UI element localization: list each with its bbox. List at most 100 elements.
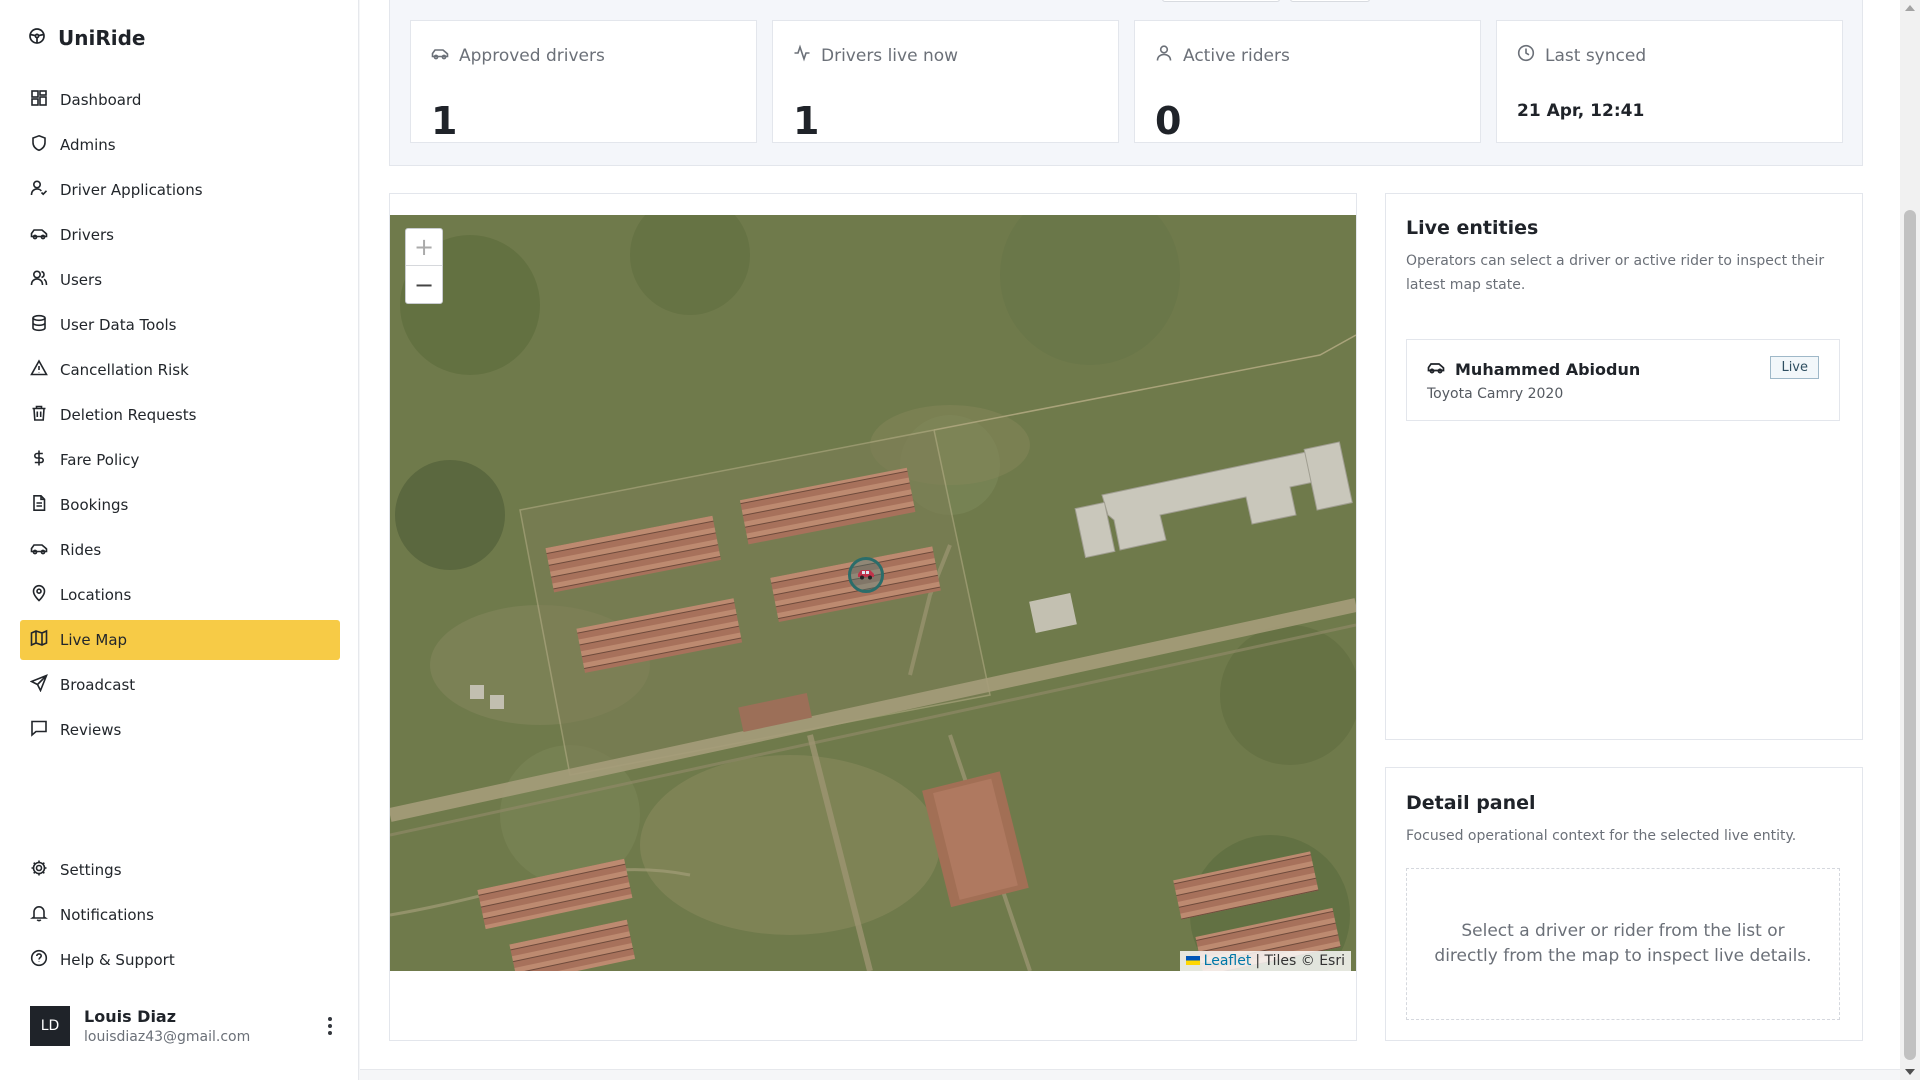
user-info: Louis Diaz louisdiaz43@gmail.com: [84, 1007, 250, 1045]
stat-card-active-riders: Active riders 0: [1134, 20, 1481, 143]
sidebar: UniRide Dashboard Admins Driver Applicat…: [0, 0, 359, 1080]
live-entities-title: Live entities: [1406, 217, 1539, 239]
sidebar-item-settings[interactable]: Settings: [20, 850, 340, 890]
sidebar-item-label: Admins: [60, 136, 116, 154]
user-name: Louis Diaz: [84, 1007, 177, 1026]
map-pin-icon: [30, 584, 48, 606]
avatar: LD: [30, 1006, 70, 1046]
car-icon: [1427, 358, 1445, 380]
main-content: Approved drivers 1 Drivers live now 1 Ac…: [360, 0, 1900, 1070]
shield-icon: [30, 134, 48, 156]
sidebar-bottom-nav: Settings Notifications Help & Support: [20, 850, 340, 985]
leaflet-link[interactable]: Leaflet: [1204, 953, 1252, 969]
user-profile[interactable]: LD Louis Diaz louisdiaz43@gmail.com: [30, 1006, 340, 1046]
toolbar-stubs: [1162, 0, 1370, 2]
detail-panel-description: Focused operational context for the sele…: [1406, 828, 1797, 844]
zoom-in-button[interactable]: +: [406, 229, 442, 266]
stat-label-text: Last synced: [1545, 45, 1647, 66]
sidebar-item-label: Broadcast: [60, 676, 136, 694]
sidebar-item-label: Fare Policy: [60, 451, 140, 469]
help-circle-icon: [30, 949, 48, 971]
sidebar-item-locations[interactable]: Locations: [20, 575, 340, 615]
sidebar-item-live-map[interactable]: Live Map: [20, 620, 340, 660]
detail-panel-title: Detail panel: [1406, 792, 1536, 814]
stat-value: 0: [1155, 99, 1182, 143]
stat-value: 21 Apr, 12:41: [1517, 101, 1645, 121]
car-icon: [30, 539, 48, 561]
sidebar-item-help-support[interactable]: Help & Support: [20, 940, 340, 980]
sidebar-item-label: Help & Support: [60, 951, 175, 969]
user-email: louisdiaz43@gmail.com: [84, 1029, 251, 1045]
send-icon: [29, 674, 48, 696]
sidebar-item-notifications[interactable]: Notifications: [20, 895, 340, 935]
sidebar-item-user-data-tools[interactable]: User Data Tools: [20, 305, 340, 345]
sidebar-item-fare-policy[interactable]: Fare Policy: [20, 440, 340, 480]
sidebar-item-label: Deletion Requests: [60, 406, 197, 424]
stat-label-text: Drivers live now: [821, 45, 959, 66]
sidebar-item-label: Rides: [60, 541, 102, 559]
sidebar-item-label: Driver Applications: [60, 181, 203, 199]
document-icon: [30, 494, 48, 516]
scroll-up-icon[interactable]: [1905, 5, 1915, 11]
brand-name: UniRide: [58, 26, 146, 50]
steering-wheel-icon: [28, 27, 46, 49]
user-icon: [1155, 44, 1173, 67]
zoom-controls: + −: [405, 228, 443, 304]
driver-map-marker[interactable]: [848, 557, 884, 593]
sidebar-item-cancellation-risk[interactable]: Cancellation Risk: [20, 350, 340, 390]
trash-icon: [30, 404, 48, 426]
map-attribution: Leaflet | Tiles © Esri: [1179, 951, 1351, 971]
tiles-attribution: | Tiles © Esri: [1255, 953, 1345, 969]
sidebar-item-driver-applications[interactable]: Driver Applications: [20, 170, 340, 210]
sidebar-item-broadcast[interactable]: Broadcast: [20, 665, 340, 705]
detail-panel: Detail panel Focused operational context…: [1385, 767, 1863, 1041]
zoom-out-button[interactable]: −: [406, 266, 442, 303]
sidebar-item-label: Reviews: [60, 721, 122, 739]
stat-label: Drivers live now: [793, 44, 958, 67]
detail-empty-state: Select a driver or rider from the list o…: [1406, 868, 1840, 1020]
stat-value: 1: [793, 99, 820, 143]
status-badge: Live: [1770, 356, 1819, 379]
bell-icon: [29, 904, 49, 926]
sidebar-item-label: Users: [60, 271, 103, 289]
stat-label-text: Approved drivers: [459, 45, 605, 66]
stat-label: Approved drivers: [431, 44, 605, 67]
stat-value: 1: [431, 99, 458, 143]
sidebar-item-dashboard[interactable]: Dashboard: [20, 80, 340, 120]
sidebar-item-reviews[interactable]: Reviews: [20, 710, 340, 750]
activity-icon: [793, 44, 811, 67]
brand[interactable]: UniRide: [28, 26, 145, 50]
sidebar-item-users[interactable]: Users: [20, 260, 340, 300]
sidebar-item-bookings[interactable]: Bookings: [20, 485, 340, 525]
sidebar-item-label: Live Map: [60, 631, 128, 649]
sidebar-item-rides[interactable]: Rides: [20, 530, 340, 570]
sidebar-item-deletion-requests[interactable]: Deletion Requests: [20, 395, 340, 435]
stat-label: Active riders: [1155, 44, 1290, 67]
scroll-down-icon[interactable]: [1905, 1069, 1915, 1075]
live-entity-item[interactable]: Muhammed Abiodun Toyota Camry 2020 Live: [1406, 339, 1840, 421]
detail-empty-text: Select a driver or rider from the list o…: [1434, 921, 1812, 966]
live-entities-description: Operators can select a driver or active …: [1406, 253, 1825, 293]
stat-label-text: Active riders: [1183, 45, 1290, 66]
sidebar-item-label: Drivers: [60, 226, 114, 244]
toolbar-button-stub[interactable]: [1290, 0, 1370, 2]
sidebar-item-label: Dashboard: [60, 91, 142, 109]
sidebar-item-drivers[interactable]: Drivers: [20, 215, 340, 255]
sidebar-item-admins[interactable]: Admins: [20, 125, 340, 165]
scroll-thumb[interactable]: [1904, 210, 1916, 1060]
sidebar-item-label: Cancellation Risk: [60, 361, 189, 379]
clock-icon: [1517, 44, 1535, 67]
map-icon: [30, 629, 48, 651]
message-square-icon: [30, 719, 48, 741]
car-icon: [30, 224, 48, 246]
more-vertical-icon[interactable]: [320, 1016, 340, 1036]
vertical-scrollbar[interactable]: [1900, 0, 1920, 1080]
car-icon: [856, 566, 876, 585]
toolbar-button-stub[interactable]: [1162, 0, 1280, 2]
dashboard-icon: [30, 89, 48, 111]
user-check-icon: [30, 179, 48, 201]
live-map[interactable]: + − Leaflet | Tiles © Esri: [390, 215, 1356, 971]
gear-icon: [30, 859, 48, 881]
sidebar-item-label: Notifications: [60, 906, 154, 924]
car-icon: [431, 44, 449, 67]
